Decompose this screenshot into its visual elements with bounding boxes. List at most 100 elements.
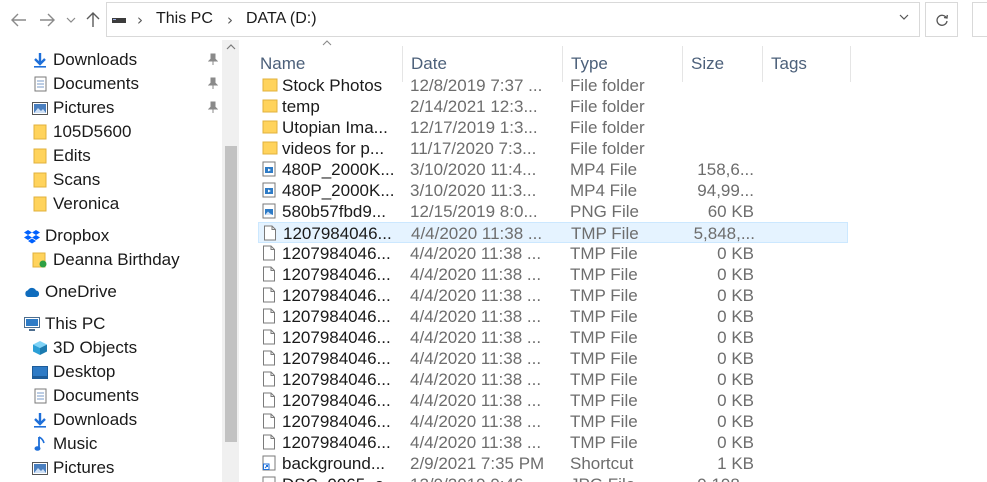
nav-item-downloads[interactable]: Downloads: [0, 408, 222, 432]
nav-item-quick-documents[interactable]: Documents: [0, 72, 222, 96]
breadcrumb-separator-icon[interactable]: ›: [227, 11, 233, 29]
chevron-down-icon: [66, 17, 76, 23]
file-type: TMP File: [570, 265, 638, 284]
nav-item-3d-objects[interactable]: 3D Objects: [0, 336, 222, 360]
file-row[interactable]: 1207984046... 4/4/2020 11:38 ... TMP File 0…: [258, 411, 848, 432]
breadcrumb-this-pc[interactable]: This PC: [156, 10, 213, 28]
file-type: Shortcut: [570, 454, 634, 473]
file-row[interactable]: 1207984046... 4/4/2020 11:38 ... TMP File 0…: [258, 264, 848, 285]
nav-item-label: Dropbox: [45, 226, 110, 245]
file-row[interactable]: 1207984046... 4/4/2020 11:38 ... TMP File 0…: [258, 327, 848, 348]
file-date: 4/4/2020 11:38 ...: [410, 370, 542, 389]
up-arrow-icon: [86, 12, 100, 27]
nav-item-dropbox[interactable]: Dropbox: [0, 224, 222, 248]
forward-button[interactable]: [36, 6, 58, 34]
blank-file-icon: [262, 287, 278, 303]
nav-item-label: Scans: [53, 170, 101, 189]
file-name: 1207984046...: [282, 433, 391, 452]
file-date: 3/10/2020 11:3...: [410, 181, 537, 200]
address-bar[interactable]: › This PC › DATA (D:): [106, 2, 920, 37]
nav-item-edits[interactable]: Edits: [0, 144, 222, 168]
nav-item-label: Deanna Birthday: [53, 250, 180, 269]
nav-item-documents[interactable]: Documents: [0, 384, 222, 408]
sort-ascending-icon: [322, 40, 332, 46]
file-type: File folder: [570, 139, 645, 158]
file-row[interactable]: videos for p... 11/17/2020 7:3... File fol…: [258, 138, 848, 159]
file-row[interactable]: Stock Photos 12/8/2019 7:37 ... File folde…: [258, 75, 848, 96]
blank-file-icon: [262, 245, 278, 261]
search-box[interactable]: [972, 2, 987, 37]
file-size: 1 KB: [717, 454, 754, 473]
file-row[interactable]: 1207984046... 4/4/2020 11:38 ... TMP File 0…: [258, 306, 848, 327]
file-date: 11/17/2020 7:3...: [410, 139, 537, 158]
file-size: [670, 138, 754, 159]
nav-item-quick-downloads[interactable]: Downloads: [0, 48, 222, 72]
nav-item-this-pc[interactable]: This PC: [0, 312, 222, 336]
back-button[interactable]: [8, 6, 30, 34]
nav-item-music[interactable]: Music: [0, 432, 222, 456]
dropbox-folder-icon: [32, 252, 48, 268]
folder-icon: [32, 196, 48, 212]
file-date: 12/9/2019 9:46 ...: [410, 474, 552, 482]
nav-item-quick-pictures[interactable]: Pictures: [0, 96, 222, 120]
file-date: 4/4/2020 11:38 ...: [410, 265, 542, 284]
file-name: DSC_0065_e...: [282, 474, 410, 482]
file-row[interactable]: 480P_2000K... 3/10/2020 11:3... MP4 File 94…: [258, 180, 848, 201]
folder-icon: [262, 98, 278, 114]
file-row[interactable]: 1207984046... 4/4/2020 11:38 ... TMP File 0…: [258, 432, 848, 453]
blank-file-icon: [262, 266, 278, 282]
nav-item-deanna-birthday[interactable]: Deanna Birthday: [0, 248, 222, 272]
file-row[interactable]: 1207984046... 4/4/2020 11:38 ... TMP File 0…: [258, 243, 848, 264]
pictures-icon: [32, 460, 48, 476]
file-list: Stock Photos 12/8/2019 7:37 ... File folde…: [258, 75, 858, 482]
up-button[interactable]: [82, 6, 104, 34]
nav-item-onedrive[interactable]: OneDrive: [0, 280, 222, 304]
recent-locations-button[interactable]: [62, 6, 80, 34]
document-icon: [32, 388, 48, 404]
column-header-label: Date: [411, 54, 447, 73]
download-arrow-icon: [32, 412, 48, 428]
nav-item-105d5600[interactable]: 105D5600: [0, 120, 222, 144]
breadcrumb-separator-icon[interactable]: ›: [137, 11, 143, 29]
file-name: 1207984046...: [282, 244, 391, 263]
nav-scrollbar-thumb[interactable]: [225, 146, 237, 442]
file-size: [670, 75, 754, 96]
nav-item-desktop[interactable]: Desktop: [0, 360, 222, 384]
file-row[interactable]: 1207984046... 4/4/2020 11:38 ... TMP File 0…: [258, 369, 848, 390]
file-row[interactable]: 1207984046... 4/4/2020 11:38 ... TMP File 0…: [258, 348, 848, 369]
folder-icon: [262, 140, 278, 156]
nav-item-veronica[interactable]: Veronica: [0, 192, 222, 216]
breadcrumb-current-drive[interactable]: DATA (D:): [246, 10, 317, 28]
file-date: 4/4/2020 11:38 ...: [410, 433, 542, 452]
file-row[interactable]: 580b57fbd9... 12/15/2019 8:0... PNG File 60…: [258, 201, 848, 222]
file-type: MP4 File: [570, 181, 638, 200]
scroll-up-arrow-icon[interactable]: [226, 44, 236, 50]
nav-item-label: This PC: [45, 314, 106, 333]
file-row[interactable]: 480P_2000K... 3/10/2020 11:4... MP4 File 15…: [258, 159, 848, 180]
blank-file-icon: [262, 392, 278, 408]
navigation-pane: Downloads Documents Pictures 105D5600 Ed…: [0, 40, 222, 482]
file-name: 1207984046...: [282, 391, 391, 410]
file-row[interactable]: DSC_0065_e...12/9/2019 9:46 ... JPG File9…: [258, 474, 848, 482]
file-date: 12/17/2019 1:3...: [410, 118, 538, 137]
file-date: 2/14/2021 12:3...: [410, 97, 538, 116]
nav-item-label: Documents: [53, 74, 139, 93]
refresh-button[interactable]: [925, 2, 958, 37]
file-name: 580b57fbd9...: [282, 202, 386, 221]
file-row[interactable]: background... 2/9/2021 7:35 PM Shortcut 1 K…: [258, 453, 848, 474]
shortcut-file-icon: [262, 455, 278, 471]
nav-item-scans[interactable]: Scans: [0, 168, 222, 192]
nav-item-pictures[interactable]: Pictures: [0, 456, 222, 480]
file-type: TMP File: [570, 391, 638, 410]
nav-item-label: Downloads: [53, 410, 138, 429]
file-row[interactable]: temp 2/14/2021 12:3... File folder: [258, 96, 848, 117]
nav-item-label: Pictures: [53, 458, 115, 477]
address-toolbar: › This PC › DATA (D:): [0, 0, 987, 40]
folder-icon: [262, 119, 278, 135]
file-row[interactable]: 1207984046... 4/4/2020 11:38 ... TMP File 0…: [258, 285, 848, 306]
file-row[interactable]: 1207984046... 4/4/2020 11:38 ... TMP File 0…: [258, 390, 848, 411]
nav-item-label: Veronica: [53, 194, 120, 213]
file-row[interactable]: 1207984046... 4/4/2020 11:38 ... TMP File 5…: [258, 222, 848, 243]
file-row[interactable]: Utopian Ima... 12/17/2019 1:3... File fold…: [258, 117, 848, 138]
file-size: 94,99...: [697, 181, 754, 200]
